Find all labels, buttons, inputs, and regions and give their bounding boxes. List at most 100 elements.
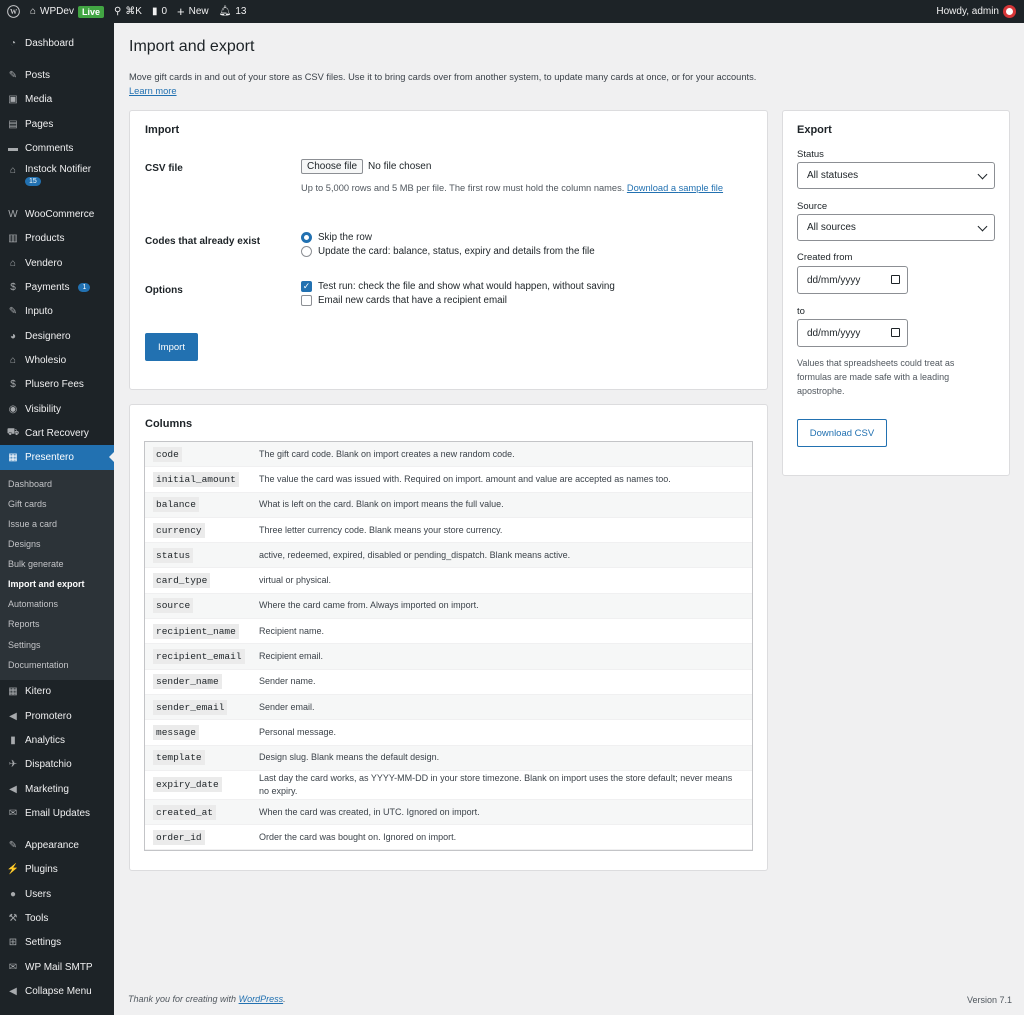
menu-kitero[interactable]: ▦ Kitero xyxy=(0,680,114,704)
store-icon: ⌂ xyxy=(9,164,17,176)
checkbox-test-run[interactable]: ✓ Test run: check the file and show what … xyxy=(301,281,615,292)
menu-dispatchio[interactable]: ✈ Dispatchio xyxy=(0,753,114,777)
column-description: Three letter currency code. Blank means … xyxy=(259,524,503,535)
checkbox-email-cards[interactable]: Email new cards that have a recipient em… xyxy=(301,295,507,306)
choose-file-button[interactable]: Choose file xyxy=(301,159,364,174)
menu-comments[interactable]: ▬ Comments xyxy=(0,136,114,160)
submenu-gift-cards[interactable]: Gift cards xyxy=(0,494,114,514)
status-select[interactable]: All statuses xyxy=(797,162,995,189)
avatar xyxy=(1003,5,1016,18)
page-title: Import and export xyxy=(129,38,255,55)
menu-dashboard[interactable]: ◔ Dashboard xyxy=(0,31,114,55)
menu-cart-recovery[interactable]: ⛟ Cart Recovery xyxy=(0,421,114,445)
menu-appearance[interactable]: ✎ Appearance xyxy=(0,833,114,857)
radio-update-card[interactable]: Update the card: balance, status, expiry… xyxy=(301,246,595,257)
column-name: order_id xyxy=(153,829,205,845)
radio-skip-row[interactable]: Skip the row xyxy=(301,232,372,243)
menu-tools[interactable]: ⚒ Tools xyxy=(0,906,114,930)
menu-pages[interactable]: ▤ Pages xyxy=(0,112,114,136)
source-select[interactable]: All sources xyxy=(797,214,995,241)
menu-settings[interactable]: ⊞ Settings xyxy=(0,931,114,955)
notifications-link[interactable]: 🔔︎ 13 xyxy=(214,0,252,23)
created-to-date[interactable]: dd/mm/yyyy xyxy=(797,319,908,347)
new-content-menu[interactable]: + New xyxy=(172,0,214,23)
checkbox[interactable] xyxy=(301,295,312,306)
submenu-designs[interactable]: Designs xyxy=(0,534,114,554)
table-row: sender_name Sender name. xyxy=(145,670,752,695)
megaphone-icon: ◀ xyxy=(9,710,17,722)
menu-plusero-fees[interactable]: $ Plusero Fees xyxy=(0,373,114,397)
menu-plugins[interactable]: ⚡ Plugins xyxy=(0,858,114,882)
version: Version 7.1 xyxy=(966,995,1012,1005)
table-row: recipient_email Recipient email. xyxy=(145,644,752,670)
submenu-issue-a-card[interactable]: Issue a card xyxy=(0,514,114,534)
menu-designero[interactable]: ◕ Designero xyxy=(0,324,114,348)
menu-presentero[interactable]: ▦ Presentero xyxy=(0,445,114,470)
menu-wp-mail-smtp[interactable]: ✉ WP Mail SMTP xyxy=(0,955,114,979)
menu-promotero[interactable]: ◀ Promotero xyxy=(0,704,114,728)
download-csv-button[interactable]: Download CSV xyxy=(797,419,887,447)
menu-analytics[interactable]: ▮ Analytics xyxy=(0,728,114,752)
column-name: source xyxy=(153,598,194,614)
storefront-icon: ⌂ xyxy=(9,257,17,269)
created-from-date[interactable]: dd/mm/yyyy xyxy=(797,266,908,294)
menu-email-updates[interactable]: ✉ Email Updates xyxy=(0,801,114,825)
menu-marketing[interactable]: ◀ Marketing xyxy=(0,777,114,801)
column-name: initial_amount xyxy=(153,471,239,487)
sample-file-link[interactable]: Download a sample file xyxy=(627,183,723,193)
radio-button[interactable] xyxy=(301,232,312,243)
menu-vendero[interactable]: ⌂ Vendero xyxy=(0,251,114,275)
wp-logo-icon[interactable]: W xyxy=(0,0,25,23)
menu-woocommerce[interactable]: W WooCommerce xyxy=(0,202,114,226)
menu-media[interactable]: ▣ Media xyxy=(0,88,114,112)
columns-table: code The gift card code. Blank on import … xyxy=(144,441,753,852)
options-label: Options xyxy=(145,285,183,296)
csv-file-input[interactable]: Choose file No file chosen xyxy=(301,159,431,174)
my-account[interactable]: Howdy, admin xyxy=(931,0,1024,23)
menu-products[interactable]: ▥ Products xyxy=(0,227,114,251)
submenu-dashboard[interactable]: Dashboard xyxy=(0,474,114,494)
collapse-menu[interactable]: ◀ Collapse Menu xyxy=(0,979,114,1003)
woo-icon: W xyxy=(8,209,18,221)
site-name[interactable]: ⌂ WPDev Live xyxy=(25,0,109,23)
menu-inputo[interactable]: ✎ Inputo xyxy=(0,300,114,324)
menu-visibility[interactable]: ◉ Visibility xyxy=(0,397,114,421)
radio-button[interactable] xyxy=(301,246,312,257)
column-name: sender_email xyxy=(153,699,228,715)
comments-link[interactable]: ▮ 0 xyxy=(147,0,172,23)
submenu-settings[interactable]: Settings xyxy=(0,635,114,655)
menu-instock-notifier[interactable]: ⌂ Instock Notifier 15 xyxy=(0,164,114,198)
column-description: The gift card code. Blank on import crea… xyxy=(259,448,515,459)
chart-bar-icon: ▮ xyxy=(10,734,16,746)
existing-codes-label: Codes that already exist xyxy=(145,236,261,247)
grid-icon: ▦ xyxy=(8,686,18,698)
wrench-icon: ⚒ xyxy=(8,913,18,924)
page-intro: Move gift cards in and out of your store… xyxy=(129,72,757,96)
menu-wholesio[interactable]: ⌂ Wholesio xyxy=(0,348,114,372)
plus-icon: + xyxy=(177,4,185,19)
comment-icon: ▬ xyxy=(8,142,18,154)
menu-payments[interactable]: $ Payments 1 xyxy=(0,275,114,299)
menu-users[interactable]: ● Users xyxy=(0,882,114,906)
submenu-automations[interactable]: Automations xyxy=(0,594,114,614)
email-icon: ✉ xyxy=(8,961,18,973)
submenu-documentation[interactable]: Documentation xyxy=(0,655,114,675)
learn-more-link[interactable]: Learn more xyxy=(129,86,177,96)
import-card: Import CSV file Choose file No file chos… xyxy=(129,110,768,390)
search-shortcut[interactable]: ⚲ ⌘K xyxy=(109,0,147,23)
calendar-icon[interactable] xyxy=(891,275,900,284)
column-name: recipient_name xyxy=(153,623,239,639)
wordpress-link[interactable]: WordPress xyxy=(239,994,284,1004)
calendar-icon[interactable] xyxy=(891,328,900,337)
import-button[interactable]: Import xyxy=(145,333,198,361)
submenu-import-and-export[interactable]: Import and export xyxy=(0,574,114,594)
megaphone-icon: ◀ xyxy=(9,783,17,795)
submenu-bulk-generate[interactable]: Bulk generate xyxy=(0,554,114,574)
submenu-reports[interactable]: Reports xyxy=(0,614,114,634)
column-description: The value the card was issued with. Requ… xyxy=(259,473,671,484)
created-to-label: to xyxy=(797,306,805,317)
menu-posts[interactable]: ✎ Posts xyxy=(0,63,114,87)
checkmark-icon[interactable]: ✓ xyxy=(301,281,312,292)
table-row: card_type virtual or physical. xyxy=(145,568,752,594)
csv-help-text: Up to 5,000 rows and 5 MB per file. The … xyxy=(301,183,724,193)
